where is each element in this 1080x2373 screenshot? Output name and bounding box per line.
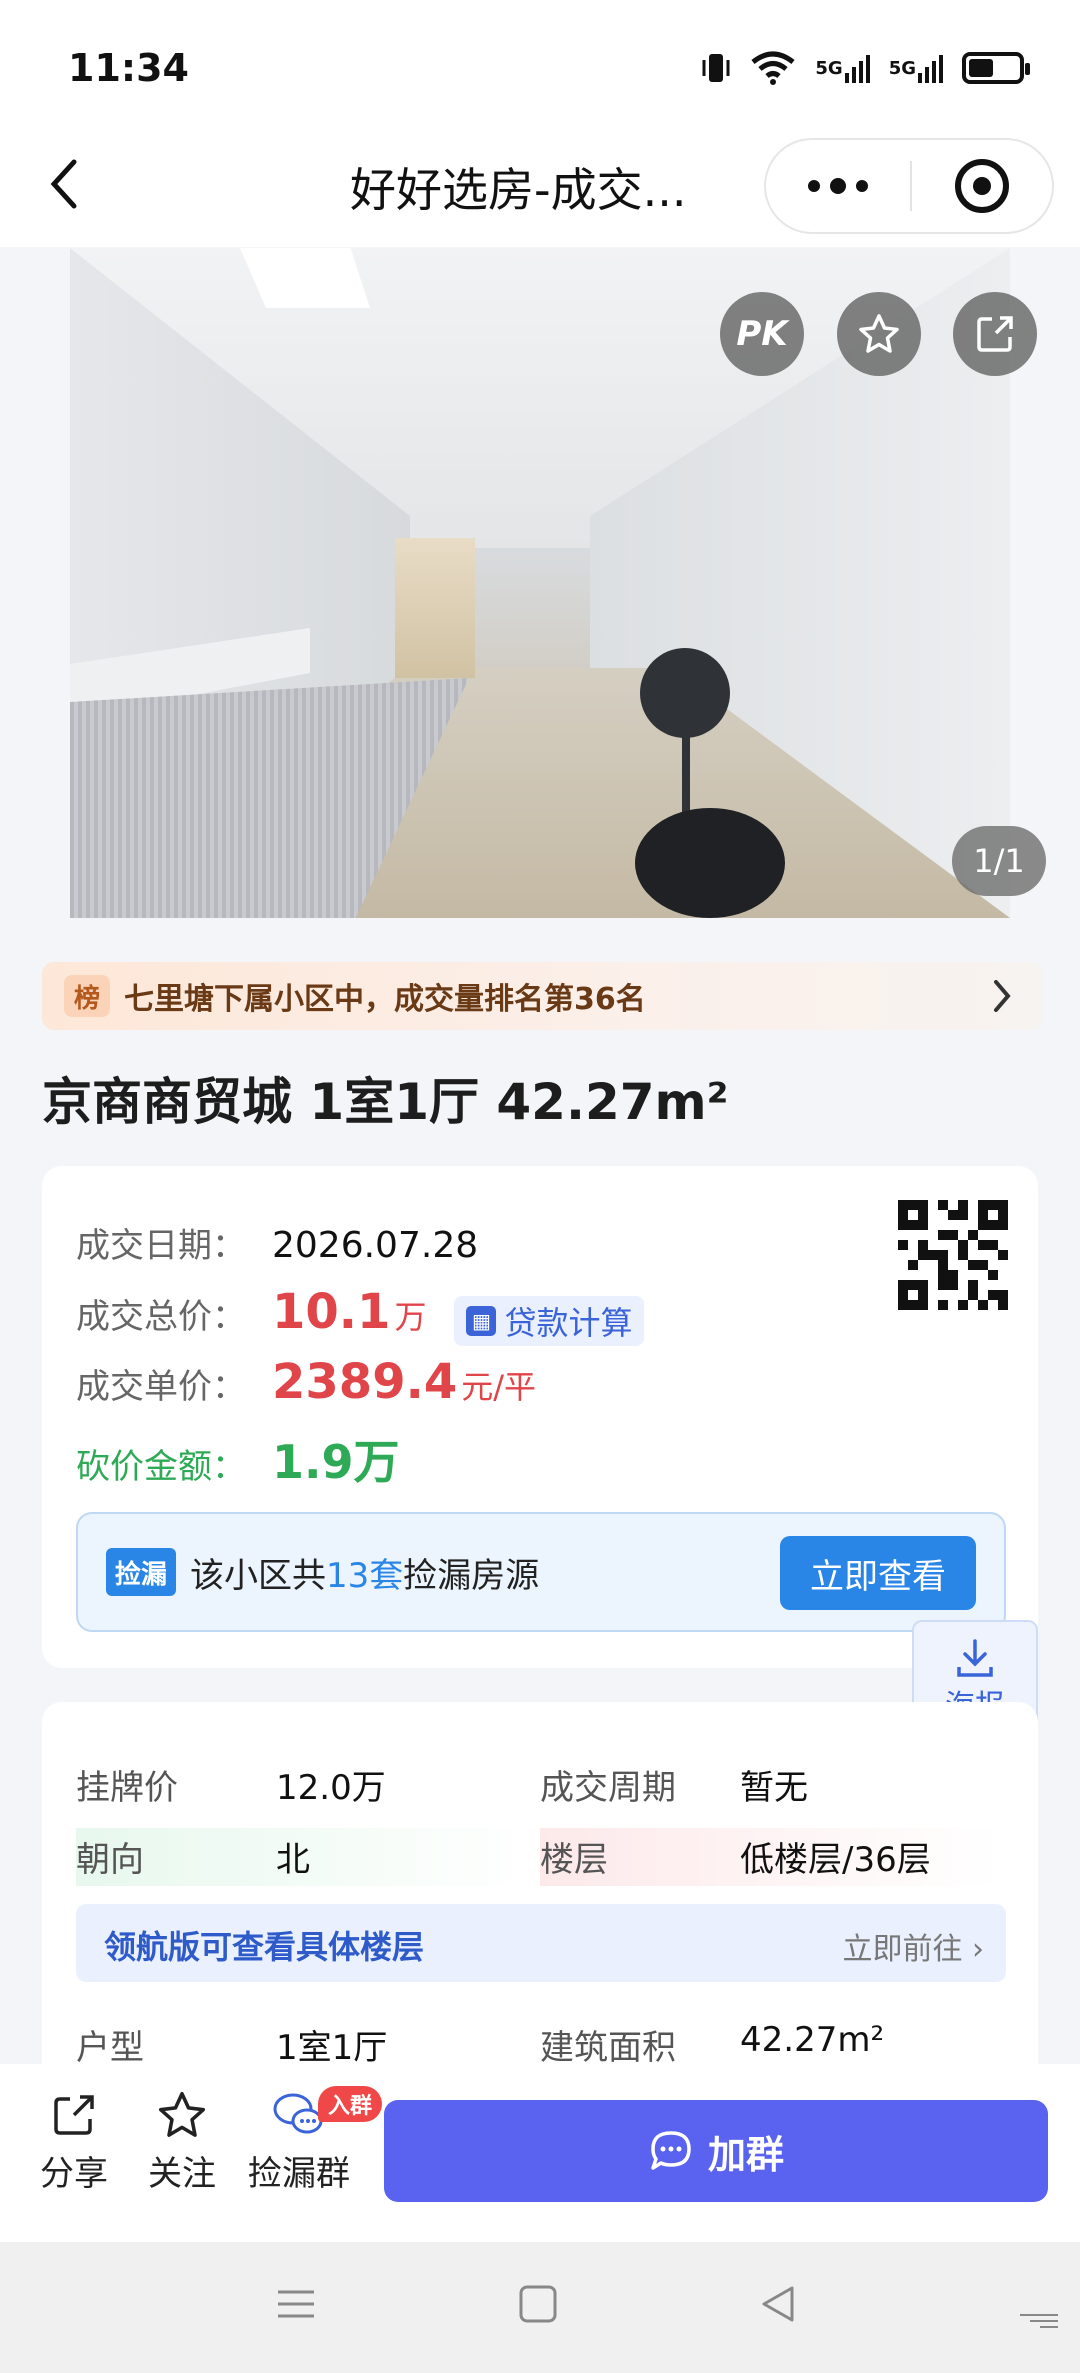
download-icon <box>957 1639 993 1677</box>
system-nav-bar <box>0 2242 1080 2373</box>
orientation-value: 北 <box>276 1840 310 1880</box>
follow-button[interactable]: 关注 <box>148 2084 216 2195</box>
more-button[interactable] <box>766 178 910 194</box>
deal-cycle-value: 暂无 <box>740 1768 808 1808</box>
layout-value: 1室1厅 <box>276 2028 388 2068</box>
share-label: 分享 <box>40 2154 108 2194</box>
leak-count: 13套 <box>326 1555 404 1596</box>
deal-total-value: 10.1 <box>272 1284 391 1340</box>
leak-group-label: 捡漏群 <box>248 2154 350 2194</box>
ranking-badge: 榜 <box>64 975 110 1017</box>
signal-icon-2: 5G <box>889 53 944 83</box>
star-outline-icon <box>156 2084 208 2146</box>
ranking-text: 七里塘下属小区中，成交量排名第36名 <box>124 982 646 1017</box>
bargain-value: 1.9万 <box>272 1435 400 1489</box>
join-group-button[interactable]: 加群 <box>384 2100 1048 2202</box>
deal-total-row: 成交总价： 10.1 万 ▦ 贷款计算 <box>76 1284 645 1346</box>
share-photo-button[interactable] <box>953 292 1037 376</box>
external-share-icon <box>977 316 1013 352</box>
detail-row-2: 朝向 北 楼层 低楼层/36层 <box>42 1828 1038 1890</box>
area-label: 建筑面积 <box>540 2028 676 2068</box>
status-time: 11:34 <box>68 46 189 90</box>
favorite-button[interactable] <box>837 292 921 376</box>
listing-price-label: 挂牌价 <box>76 1768 178 1808</box>
nav-bar: 好好选房-成交... <box>0 132 1080 247</box>
share-button[interactable]: 分享 <box>40 2084 108 2195</box>
status-icons: 5G 5G <box>701 50 1030 86</box>
star-icon <box>859 314 899 353</box>
ranking-banner[interactable]: 榜 七里塘下属小区中，成交量排名第36名 <box>42 962 1042 1030</box>
share-icon <box>50 2084 98 2146</box>
deal-total-label: 成交总价： <box>76 1297 246 1337</box>
layout-label: 户型 <box>76 2028 144 2068</box>
follow-label: 关注 <box>148 2154 216 2194</box>
chevron-left-icon <box>50 159 77 209</box>
deal-unit-value: 2389.4 <box>272 1354 458 1410</box>
triangle-back-icon <box>762 2286 794 2322</box>
bargain-row: 砍价金额： 1.9万 <box>76 1426 400 1492</box>
target-icon <box>955 159 1009 213</box>
deal-total-unit: 万 <box>394 1298 427 1336</box>
house-title: 京商商贸城 1室1厅 42.27m² <box>42 1073 729 1131</box>
signal-icon-1: 5G <box>815 53 870 83</box>
leak-text: 该小区共13套捡漏房源 <box>190 1555 540 1596</box>
bargain-label: 砍价金额： <box>76 1447 246 1487</box>
chevron-right-icon <box>990 976 1014 1020</box>
view-now-button[interactable]: 立即查看 <box>780 1536 976 1610</box>
chevron-right-small-icon: › <box>972 1932 984 1967</box>
menu-icon <box>278 2290 314 2318</box>
details-card: 挂牌价 12.0万 成交周期 暂无 朝向 北 楼层 低楼层/36层 领航版可查看… <box>42 1702 1038 2122</box>
deal-cycle-label: 成交周期 <box>540 1768 676 1808</box>
area-value: 42.27m² <box>740 2020 885 2060</box>
back-system-button[interactable] <box>758 2284 798 2328</box>
floor-value: 低楼层/36层 <box>740 1840 931 1880</box>
deal-unit-unit: 元/平 <box>461 1368 537 1406</box>
wifi-icon <box>749 50 797 86</box>
navigator-text: 领航版可查看具体楼层 <box>104 1928 425 1966</box>
leak-listings-banner: 捡漏 该小区共13套捡漏房源 立即查看 <box>76 1512 1006 1632</box>
chat-icon <box>651 2131 691 2170</box>
gesture-handle-icon <box>1020 2312 1058 2330</box>
join-badge: 入群 <box>318 2086 383 2122</box>
deal-unit-label: 成交单价： <box>76 1367 246 1407</box>
vibrate-icon <box>701 50 731 86</box>
calculator-icon: ▦ <box>466 1306 497 1336</box>
listing-price-value: 12.0万 <box>276 1768 386 1808</box>
battery-icon <box>962 52 1030 84</box>
menu-button[interactable] <box>276 2284 316 2328</box>
back-button[interactable] <box>34 154 94 214</box>
loan-calculator-label: 贷款计算 <box>504 1304 633 1342</box>
miniprogram-capsule <box>764 138 1054 234</box>
photo-counter: 1/1 <box>952 826 1046 896</box>
leak-tag: 捡漏 <box>106 1548 176 1596</box>
navigator-link[interactable]: 立即前往 › <box>842 1924 984 1968</box>
detail-row-1: 挂牌价 12.0万 成交周期 暂无 <box>42 1760 1038 1822</box>
floor-label: 楼层 <box>540 1840 608 1880</box>
deal-date-value: 2026.07.28 <box>272 1225 479 1266</box>
page-title: 好好选房-成交... <box>350 163 687 217</box>
deal-info-card: 成交日期： 2026.07.28 成交总价： 10.1 万 ▦ 贷款计算 成交单… <box>42 1166 1038 1668</box>
home-square-icon <box>519 2285 557 2323</box>
deal-date-row: 成交日期： 2026.07.28 <box>76 1218 478 1267</box>
loan-calculator-button[interactable]: ▦ 贷款计算 <box>454 1296 645 1346</box>
navigator-upgrade-banner[interactable]: 领航版可查看具体楼层 立即前往 › <box>76 1904 1006 1982</box>
bottom-action-bar: 分享 关注 捡漏群 入群 加群 <box>0 2064 1080 2242</box>
pk-button[interactable]: PK <box>720 292 804 376</box>
status-bar: 11:34 5G 5G <box>0 0 1080 132</box>
deal-unit-row: 成交单价： 2389.4 元/平 <box>76 1354 536 1410</box>
close-miniprogram-button[interactable] <box>912 159 1052 213</box>
orientation-label: 朝向 <box>76 1840 144 1880</box>
join-group-label: 加群 <box>707 2132 784 2177</box>
home-button[interactable] <box>518 2284 558 2328</box>
deal-date-label: 成交日期： <box>76 1226 246 1266</box>
qr-code <box>898 1200 1008 1310</box>
